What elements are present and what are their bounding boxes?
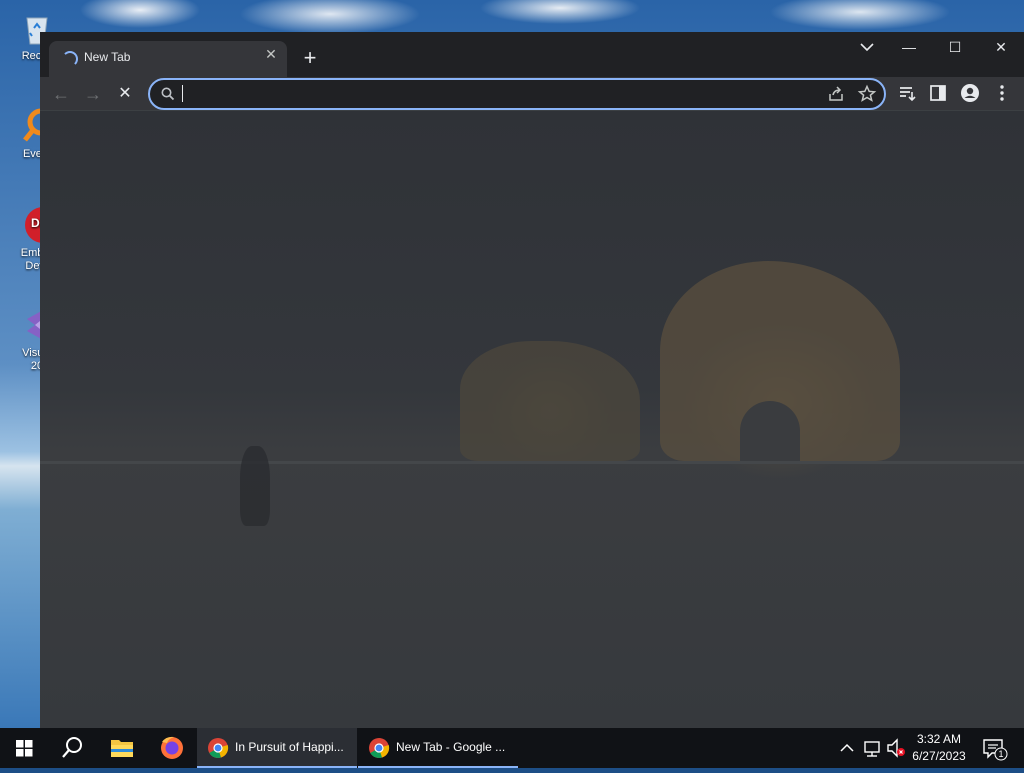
tab-search-button[interactable] bbox=[852, 32, 882, 62]
address-input[interactable] bbox=[182, 83, 806, 105]
background-arch bbox=[740, 401, 800, 461]
clock-time: 3:32 AM bbox=[916, 732, 962, 746]
loading-spinner-icon bbox=[62, 51, 78, 67]
back-button[interactable]: ← bbox=[47, 80, 75, 108]
text-cursor bbox=[182, 85, 183, 102]
browser-titlebar[interactable]: New Tab ✕ + — ☐ ✕ bbox=[40, 32, 1024, 77]
tab-new-tab[interactable]: New Tab ✕ bbox=[49, 41, 287, 77]
taskbar-firefox[interactable] bbox=[148, 728, 196, 768]
stop-loading-button[interactable]: ✕ bbox=[111, 80, 139, 108]
background-rock bbox=[460, 341, 640, 461]
chevron-down-icon bbox=[860, 43, 874, 52]
taskbar-app-chrome-newtab[interactable]: New Tab - Google ... bbox=[358, 728, 518, 768]
background-runner bbox=[240, 446, 270, 526]
more-menu-icon[interactable] bbox=[988, 79, 1016, 107]
start-button[interactable] bbox=[0, 728, 48, 768]
browser-toolbar: ← → ✕ bbox=[40, 77, 1024, 111]
taskbar: In Pursuit of Happi... New Tab - Google … bbox=[0, 728, 1024, 768]
address-bar[interactable] bbox=[148, 78, 886, 110]
folder-icon bbox=[111, 740, 133, 757]
volume-muted-icon[interactable] bbox=[884, 728, 908, 768]
page-content-area[interactable] bbox=[40, 111, 1024, 728]
windows-logo-icon bbox=[16, 740, 33, 757]
network-icon[interactable] bbox=[860, 728, 884, 768]
chrome-icon bbox=[369, 738, 390, 758]
system-clock[interactable]: 3:32 AM 6/27/2023 bbox=[906, 731, 972, 765]
profile-avatar-icon[interactable] bbox=[956, 79, 984, 107]
share-icon[interactable] bbox=[826, 84, 846, 104]
search-icon bbox=[161, 87, 175, 101]
new-tab-button[interactable]: + bbox=[298, 47, 322, 71]
bookmark-star-icon[interactable] bbox=[857, 84, 877, 104]
forward-button[interactable]: → bbox=[79, 80, 107, 108]
minimize-button[interactable]: — bbox=[886, 32, 932, 62]
chrome-icon bbox=[208, 738, 229, 758]
side-panel-icon[interactable] bbox=[924, 79, 952, 107]
search-icon bbox=[62, 737, 82, 758]
taskbar-app-label: In Pursuit of Happi... bbox=[235, 740, 344, 754]
taskbar-app-label: New Tab - Google ... bbox=[396, 740, 506, 754]
taskbar-file-explorer[interactable] bbox=[98, 728, 146, 768]
chevron-up-icon[interactable] bbox=[836, 728, 858, 768]
taskbar-app-chrome-pursuit[interactable]: In Pursuit of Happi... bbox=[197, 728, 357, 768]
reading-list-icon[interactable] bbox=[893, 79, 921, 107]
notification-count-badge: 1 bbox=[998, 749, 1004, 759]
tab-title: New Tab bbox=[84, 50, 131, 64]
background-horizon bbox=[40, 461, 1024, 464]
taskbar-search-button[interactable] bbox=[48, 728, 96, 768]
action-center-button[interactable]: 1 bbox=[978, 728, 1010, 768]
close-window-button[interactable]: ✕ bbox=[978, 32, 1024, 62]
firefox-icon bbox=[161, 736, 183, 759]
maximize-button[interactable]: ☐ bbox=[932, 32, 978, 62]
clock-date: 6/27/2023 bbox=[912, 749, 966, 763]
browser-window: New Tab ✕ + — ☐ ✕ ← → ✕ bbox=[40, 32, 1024, 728]
tab-close-icon[interactable]: ✕ bbox=[263, 46, 279, 62]
notification-icon bbox=[983, 739, 1008, 761]
